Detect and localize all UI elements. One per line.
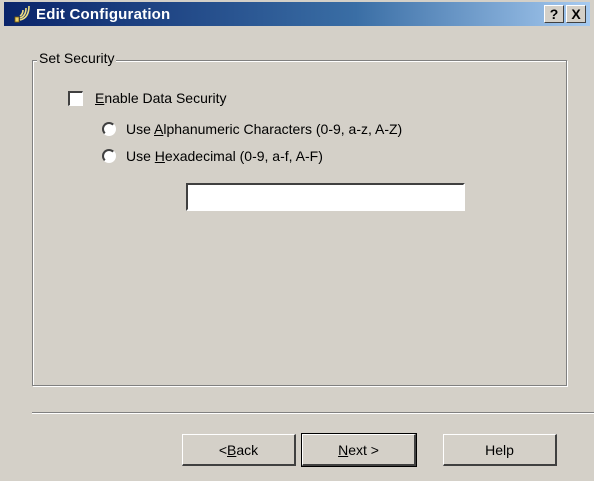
- security-key-input[interactable]: [186, 183, 465, 211]
- mnemonic-a: A: [154, 121, 164, 137]
- next-button[interactable]: Next >: [301, 433, 417, 467]
- radio-hexadecimal-label: Use Hexadecimal (0-9, a-f, A-F): [126, 148, 323, 164]
- enable-data-security-label: Enable Data Security: [95, 90, 227, 106]
- button-separator: [32, 412, 594, 414]
- title-buttons: ? X: [544, 5, 586, 23]
- set-security-groupbox: [32, 60, 567, 386]
- wireless-signal-icon: [12, 4, 34, 24]
- help-title-button[interactable]: ?: [544, 5, 564, 23]
- enable-data-security-checkbox[interactable]: Enable Data Security: [68, 90, 227, 106]
- radio-alphanumeric-circle[interactable]: [102, 122, 116, 136]
- checkbox-box[interactable]: [68, 90, 83, 106]
- window-title: Edit Configuration: [36, 5, 171, 23]
- radio-alphanumeric[interactable]: Use Alphanumeric Characters (0-9, a-z, A…: [102, 121, 402, 137]
- radio-hexadecimal-circle[interactable]: [102, 149, 116, 163]
- radio-hex-prefix: Use: [126, 148, 155, 164]
- checkbox-label-rest: nable Data Security: [104, 90, 227, 106]
- mnemonic-e: E: [95, 90, 105, 106]
- back-rest: ack: [236, 441, 259, 458]
- mnemonic-n: N: [338, 441, 349, 458]
- title-bar[interactable]: Edit Configuration ? X: [4, 2, 590, 26]
- back-button[interactable]: < Back: [182, 434, 296, 466]
- edit-configuration-dialog: Edit Configuration ? X Set Security Enab…: [0, 0, 594, 481]
- mnemonic-b: B: [227, 441, 237, 458]
- radio-alnum-prefix: Use: [126, 121, 155, 137]
- radio-alnum-rest: lphanumeric Characters (0-9, a-z, A-Z): [163, 121, 403, 137]
- help-button[interactable]: Help: [443, 434, 557, 466]
- next-rest: ext >: [348, 441, 379, 458]
- radio-hexadecimal[interactable]: Use Hexadecimal (0-9, a-f, A-F): [102, 148, 323, 164]
- radio-hex-rest: exadecimal (0-9, a-f, A-F): [164, 148, 323, 164]
- close-title-button[interactable]: X: [566, 5, 586, 23]
- set-security-legend: Set Security: [37, 50, 117, 66]
- back-prefix: <: [218, 441, 228, 458]
- radio-alphanumeric-label: Use Alphanumeric Characters (0-9, a-z, A…: [126, 121, 402, 137]
- mnemonic-h: H: [154, 148, 165, 164]
